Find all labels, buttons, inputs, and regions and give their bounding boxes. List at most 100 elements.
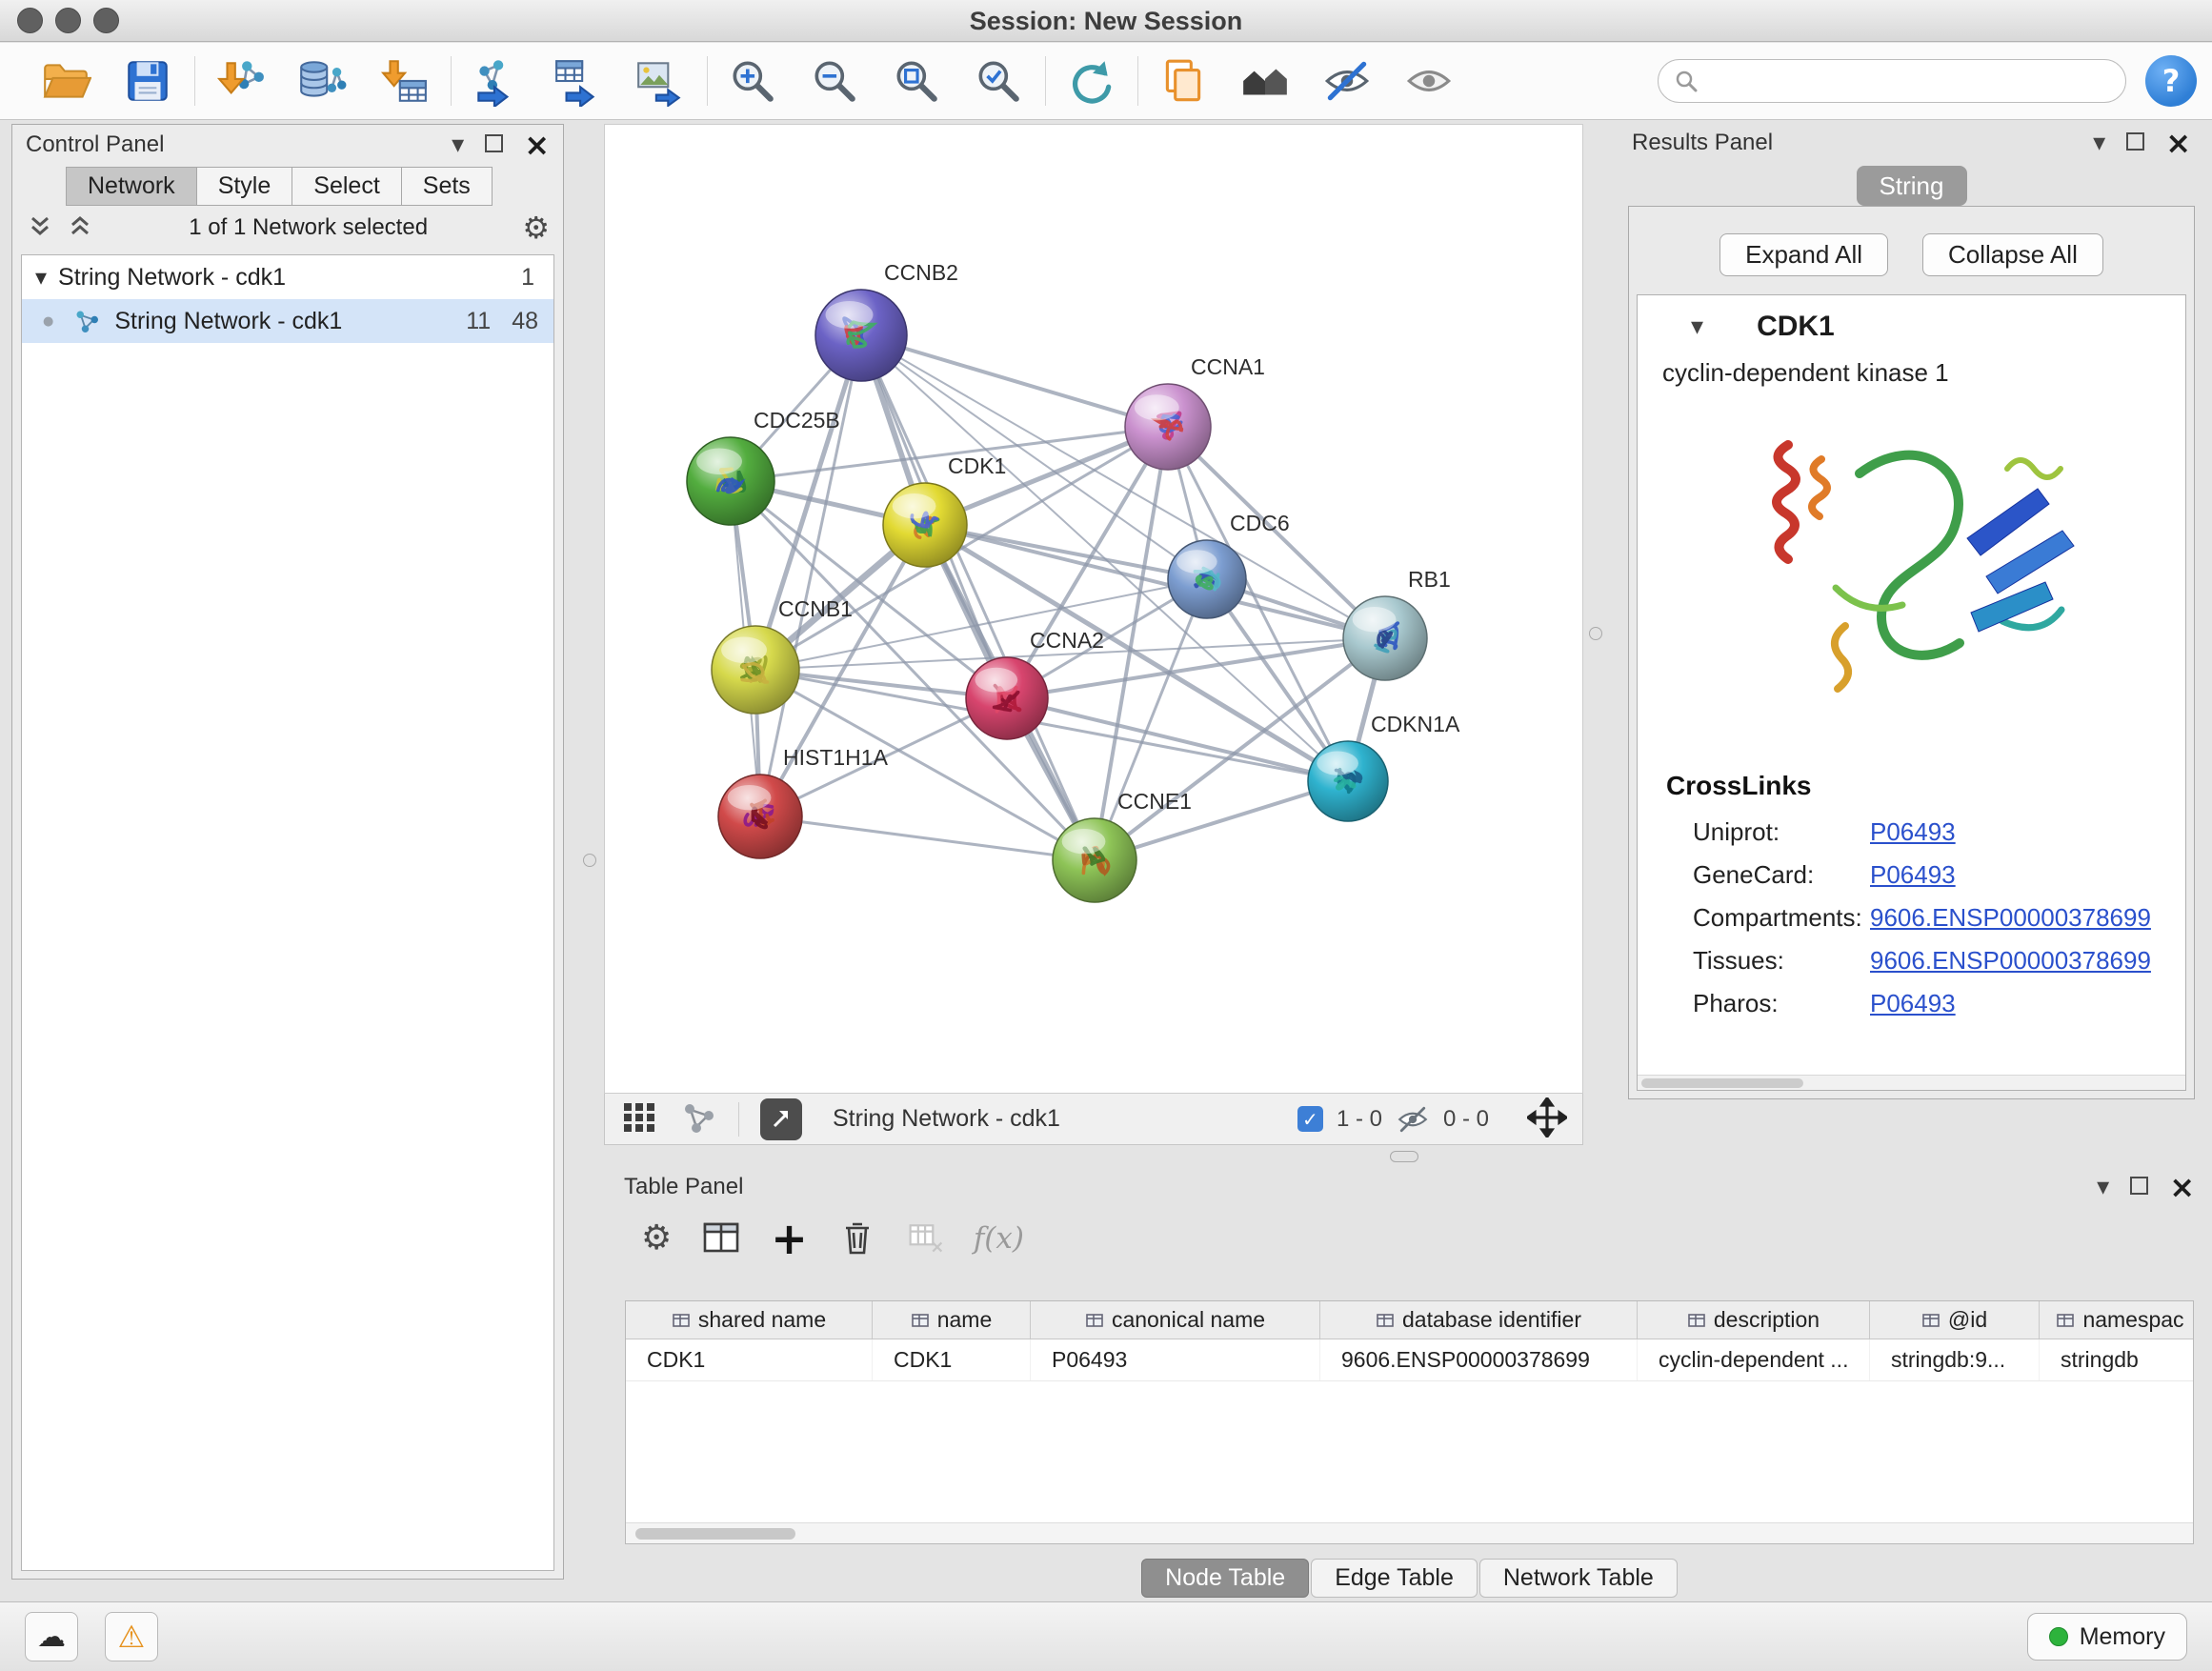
crosslink-pharos-link[interactable]: P06493 [1870, 982, 1956, 1025]
refresh-icon [1065, 55, 1116, 107]
home-button[interactable] [1237, 53, 1293, 109]
expand-all-button[interactable]: Expand All [1719, 233, 1888, 276]
zoom-in-button[interactable] [725, 53, 780, 109]
network-edge-CCNB2-CCNE1[interactable] [861, 335, 1095, 860]
scrollbar-thumb[interactable] [635, 1528, 795, 1540]
tab-select[interactable]: Select [292, 167, 401, 206]
selected-checkbox-icon[interactable]: ✓ [1297, 1106, 1323, 1132]
help-button[interactable]: ? [2145, 55, 2197, 107]
network-node-ccna1[interactable]: CCNA1 [1125, 354, 1265, 470]
tab-network[interactable]: Network [66, 167, 197, 206]
table-options-gear-button[interactable]: ⚙ [641, 1221, 672, 1256]
network-node-rb1[interactable]: RB1 [1343, 567, 1451, 680]
traffic-light-minimize-button[interactable] [55, 8, 81, 33]
panel-float-button[interactable] [2126, 132, 2144, 153]
show-hidden-button[interactable] [1401, 53, 1457, 109]
eye-icon [1403, 55, 1455, 107]
network-view[interactable]: CCNB2CCNA1CDC25BCDK1CDC6RB1CCNB1CCNA2CDK… [604, 124, 1583, 1094]
tab-edge-table[interactable]: Edge Table [1311, 1559, 1478, 1598]
network-node-ccnb2[interactable]: CCNB2 [815, 260, 958, 381]
show-columns-button[interactable] [700, 1217, 742, 1261]
zoom-fit-button[interactable] [889, 53, 944, 109]
panel-close-button[interactable]: × [2169, 1172, 2195, 1202]
tree-row-network[interactable]: ● String Network - cdk1 11 48 [22, 299, 553, 343]
import-table-button[interactable] [376, 53, 432, 109]
scrollbar-thumb[interactable] [1641, 1078, 1803, 1088]
panel-close-button[interactable]: × [524, 130, 550, 160]
export-image-button[interactable] [633, 53, 688, 109]
warnings-button[interactable]: ⚠ [105, 1612, 158, 1661]
network-node-hist1h1a[interactable]: HIST1H1A [718, 745, 889, 858]
network-node-cdk1[interactable]: CDK1 [883, 453, 1006, 567]
detach-view-button[interactable] [760, 1098, 802, 1140]
column-header-description[interactable]: description [1638, 1301, 1870, 1339]
apply-layout-button[interactable] [1063, 53, 1118, 109]
crosslink-uniprot-link[interactable]: P06493 [1870, 811, 1956, 854]
column-header-shared-name[interactable]: shared name [626, 1301, 873, 1339]
expand-all-tree-button[interactable] [66, 212, 94, 244]
horizontal-splitter-handle[interactable] [1390, 1151, 1418, 1162]
panel-float-button[interactable] [2130, 1177, 2148, 1198]
crosslink-compartments-link[interactable]: 9606.ENSP00000378699 [1870, 896, 2151, 939]
zoom-selected-button[interactable] [971, 53, 1026, 109]
open-session-button[interactable] [38, 53, 93, 109]
delete-column-button[interactable] [836, 1217, 878, 1261]
results-horizontal-scrollbar[interactable] [1638, 1075, 2185, 1090]
network-edge-HIST1H1A-CCNE1[interactable] [760, 816, 1095, 860]
export-table-button[interactable] [551, 53, 606, 109]
documents-button[interactable] [1156, 53, 1211, 109]
network-options-gear-button[interactable]: ⚙ [522, 212, 550, 243]
table-header-row: shared name name canonical name database… [626, 1301, 2193, 1339]
panel-menu-button[interactable]: ▾ [452, 132, 464, 157]
right-splitter-handle[interactable] [1589, 627, 1602, 640]
import-network-database-button[interactable] [294, 53, 350, 109]
traffic-light-close-button[interactable] [17, 8, 43, 33]
table-row[interactable]: CDK1 CDK1 P06493 9606.ENSP00000378699 cy… [626, 1339, 2193, 1381]
export-network-button[interactable] [469, 53, 524, 109]
hide-selected-button[interactable] [1319, 53, 1375, 109]
panel-close-button[interactable]: × [2165, 128, 2191, 158]
column-header-name[interactable]: name [873, 1301, 1031, 1339]
panel-menu-button[interactable]: ▾ [2093, 131, 2105, 155]
column-header-namespace[interactable]: namespac [2040, 1301, 2194, 1339]
column-header-database-identifier[interactable]: database identifier [1320, 1301, 1638, 1339]
column-header-canonical-name[interactable]: canonical name [1031, 1301, 1320, 1339]
eye-slash-icon [1321, 55, 1373, 107]
delete-table-button-disabled[interactable] [907, 1218, 945, 1259]
birdseye-toggle-button[interactable] [620, 1098, 658, 1139]
crosslink-genecard-link[interactable]: P06493 [1870, 854, 1956, 896]
save-session-button[interactable] [120, 53, 175, 109]
left-splitter-handle[interactable] [583, 854, 596, 867]
pan-mode-button[interactable] [1527, 1097, 1567, 1140]
tab-sets[interactable]: Sets [401, 167, 493, 206]
crosslink-tissues-link[interactable]: 9606.ENSP00000378699 [1870, 939, 2151, 982]
search-input[interactable] [1708, 62, 2125, 100]
tree-row-collection[interactable]: ▾ String Network - cdk1 1 [22, 255, 553, 299]
cloud-status-button[interactable]: ☁ [25, 1612, 78, 1661]
network-node-cdkn1a[interactable]: CDKN1A [1308, 712, 1460, 821]
tree-expander-icon[interactable]: ▾ [35, 264, 47, 291]
network-graph-canvas[interactable]: CCNB2CCNA1CDC25BCDK1CDC6RB1CCNB1CCNA2CDK… [605, 125, 1582, 1093]
network-node-cdc25b[interactable]: CDC25B [687, 408, 840, 525]
collapse-all-tree-button[interactable] [26, 212, 54, 244]
network-edge-CCNB2-CCNA1[interactable] [861, 335, 1168, 427]
tab-style[interactable]: Style [196, 167, 293, 206]
import-network-file-button[interactable] [212, 53, 268, 109]
network-overview-button[interactable] [679, 1098, 717, 1139]
memory-button[interactable]: Memory [2027, 1613, 2187, 1661]
tab-node-table[interactable]: Node Table [1141, 1559, 1309, 1598]
collapse-all-button[interactable]: Collapse All [1922, 233, 2103, 276]
table-horizontal-scrollbar[interactable] [626, 1522, 2193, 1543]
panel-menu-button[interactable]: ▾ [2097, 1175, 2109, 1199]
column-header-id[interactable]: @id [1870, 1301, 2040, 1339]
add-column-button[interactable]: + [771, 1217, 808, 1260]
traffic-light-zoom-button[interactable] [93, 8, 119, 33]
tab-string[interactable]: String [1857, 166, 1967, 206]
zoom-out-button[interactable] [807, 53, 862, 109]
protein-section-expander-icon[interactable]: ▾ [1691, 314, 1703, 339]
panel-float-button[interactable] [485, 134, 503, 155]
network-node-ccne1[interactable]: CCNE1 [1053, 789, 1192, 902]
network-edge-count: 48 [512, 308, 538, 335]
function-builder-button[interactable]: f(x) [974, 1221, 1024, 1256]
tab-network-table[interactable]: Network Table [1479, 1559, 1678, 1598]
